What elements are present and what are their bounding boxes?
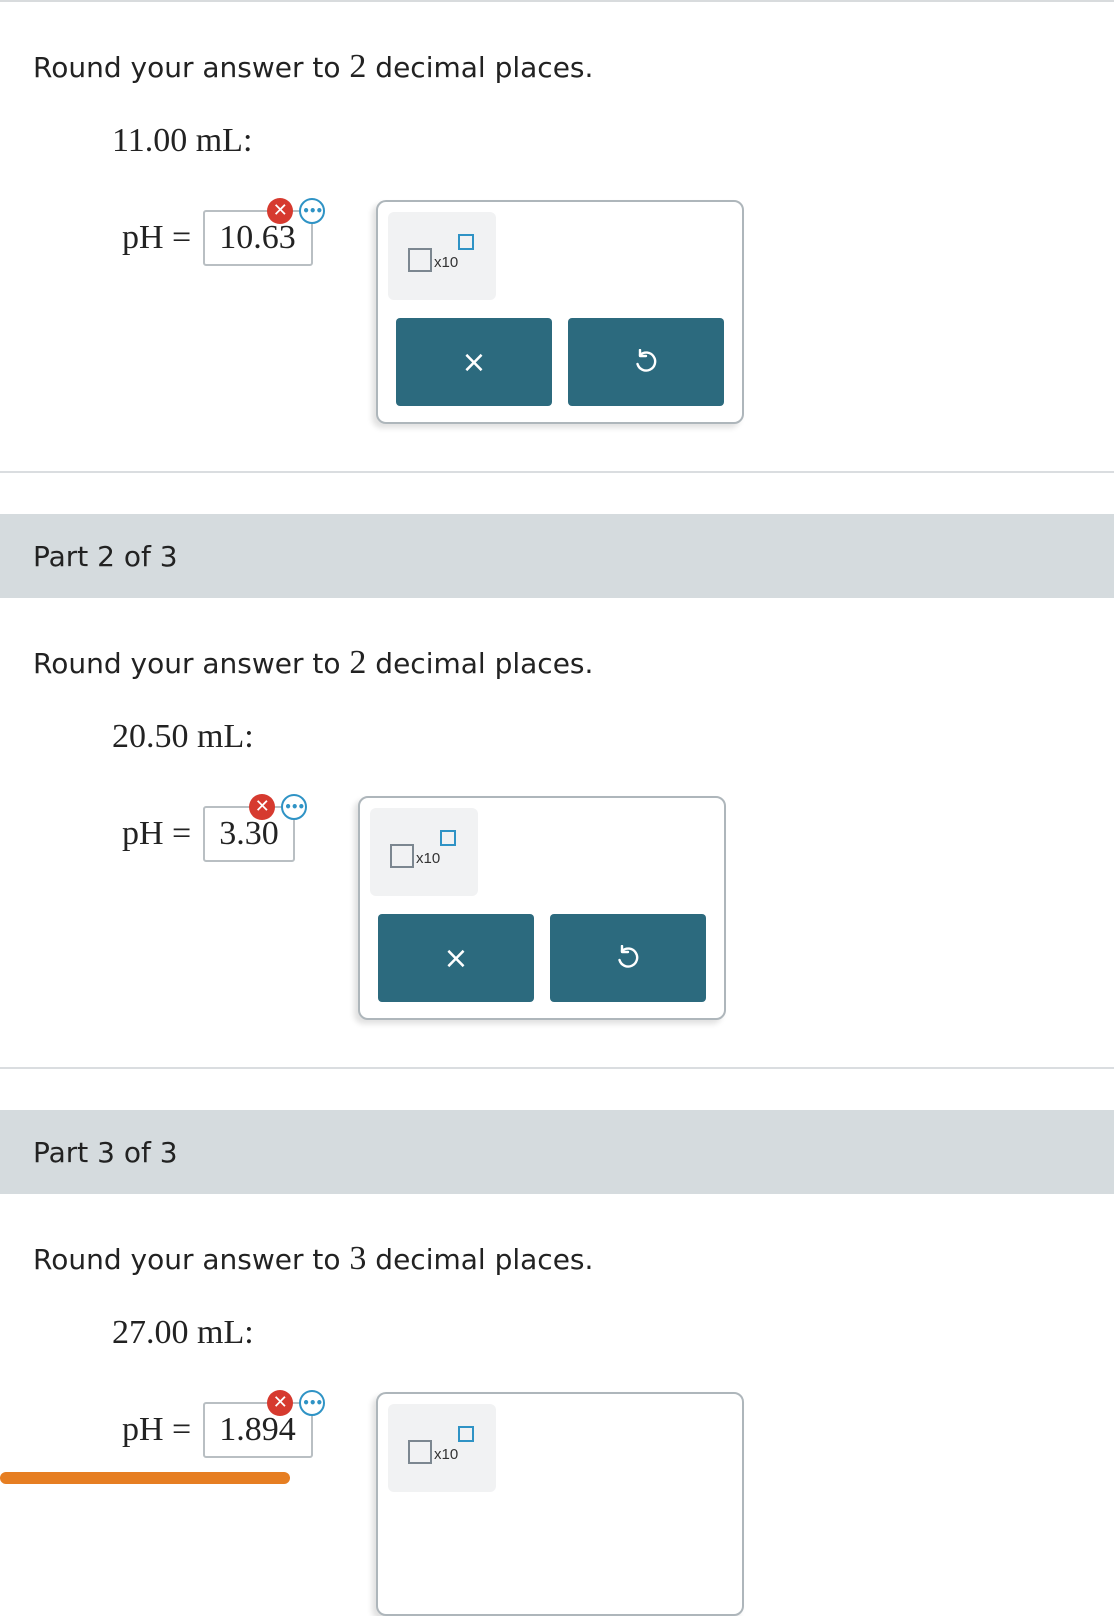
top-divider xyxy=(0,0,1114,2)
instruction-part3: Round your answer to 3 decimal places. xyxy=(33,1240,594,1277)
placeholder-square-icon xyxy=(390,844,414,868)
x10-label: x10 xyxy=(434,254,459,271)
undo-icon xyxy=(636,349,657,372)
answer-input-part2[interactable]: 3.30 ✕ ••• xyxy=(203,794,308,862)
volume-label-part3: 27.00 mL: xyxy=(112,1314,254,1351)
instruction-part2: Round your answer to 2 decimal places. xyxy=(33,644,594,681)
ph-row-part3: pH = 1.894 ✕ ••• xyxy=(122,1390,326,1458)
volume-label-part2: 20.50 mL: xyxy=(112,718,254,755)
undo-icon xyxy=(618,945,639,968)
x10-label: x10 xyxy=(434,1446,459,1463)
answer-value: 1.894 xyxy=(219,1411,296,1448)
more-options-icon[interactable]: ••• xyxy=(281,794,308,820)
undo-button[interactable] xyxy=(550,914,706,1002)
exponent-square-icon xyxy=(440,830,456,846)
close-icon: × xyxy=(443,940,469,976)
instruction-part1: Round your answer to 2 decimal places. xyxy=(33,48,594,85)
part-header-3: Part 3 of 3 xyxy=(0,1110,1114,1194)
x10-label: x10 xyxy=(416,850,441,867)
math-input-panel-part2: x10 × xyxy=(358,796,726,1020)
clear-button[interactable]: × xyxy=(378,914,534,1002)
exponent-square-icon xyxy=(458,1426,474,1442)
section-divider xyxy=(0,1067,1114,1069)
clear-button[interactable]: × xyxy=(396,318,552,406)
exponent-square-icon xyxy=(458,234,474,250)
ph-label: pH = xyxy=(122,815,192,852)
section-divider xyxy=(0,471,1114,473)
answer-input-part1[interactable]: 10.63 ✕ ••• xyxy=(203,198,326,266)
volume-label-part1: 11.00 mL: xyxy=(112,122,253,159)
orange-action-bar[interactable] xyxy=(0,1472,290,1484)
scientific-notation-button[interactable]: x10 xyxy=(388,212,496,300)
part-header-2: Part 2 of 3 xyxy=(0,514,1114,598)
placeholder-square-icon xyxy=(408,1440,432,1464)
ph-label: pH = xyxy=(122,1411,192,1448)
scientific-notation-button[interactable]: x10 xyxy=(370,808,478,896)
more-options-icon[interactable]: ••• xyxy=(299,198,326,224)
more-options-icon[interactable]: ••• xyxy=(299,1390,326,1416)
close-icon: × xyxy=(461,344,487,380)
answer-input-part3[interactable]: 1.894 ✕ ••• xyxy=(203,1390,326,1458)
ph-label: pH = xyxy=(122,219,192,256)
math-input-panel-part3: x10 xyxy=(376,1392,744,1616)
scientific-notation-button[interactable]: x10 xyxy=(388,1404,496,1492)
placeholder-square-icon xyxy=(408,248,432,272)
math-input-panel-part1: x10 × xyxy=(376,200,744,424)
ph-row-part1: pH = 10.63 ✕ ••• xyxy=(122,198,326,266)
undo-button[interactable] xyxy=(568,318,724,406)
ph-row-part2: pH = 3.30 ✕ ••• xyxy=(122,794,308,862)
answer-value: 3.30 xyxy=(219,815,279,852)
answer-value: 10.63 xyxy=(219,219,296,256)
